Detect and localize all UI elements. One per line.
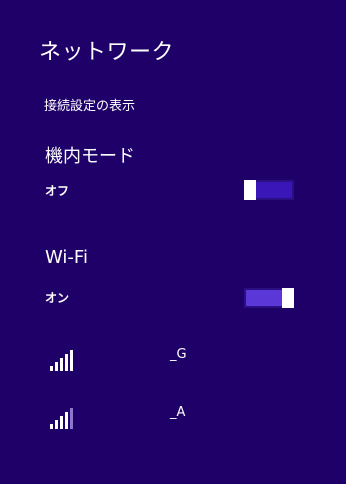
airplane-mode-toggle[interactable] xyxy=(244,180,294,200)
wifi-signal-icon xyxy=(50,405,76,429)
toggle-thumb[interactable] xyxy=(282,288,294,308)
wifi-network-item[interactable]: _A xyxy=(40,398,320,438)
wifi-signal-icon xyxy=(50,347,76,371)
airplane-mode-heading: 機内モード xyxy=(45,146,135,167)
wifi-state-label: オン xyxy=(45,291,70,305)
toggle-thumb[interactable] xyxy=(244,180,256,200)
panel-title: ネットワーク xyxy=(39,40,175,65)
network-ssid: _A xyxy=(170,405,186,420)
network-ssid: _G xyxy=(170,347,187,362)
airplane-mode-state-label: オフ xyxy=(45,184,70,198)
wifi-network-item[interactable]: _G xyxy=(40,340,320,380)
wifi-heading: Wi-Fi xyxy=(45,247,88,268)
wifi-toggle[interactable] xyxy=(244,288,294,308)
view-connection-settings-link[interactable]: 接続設定の表示 xyxy=(44,95,135,114)
